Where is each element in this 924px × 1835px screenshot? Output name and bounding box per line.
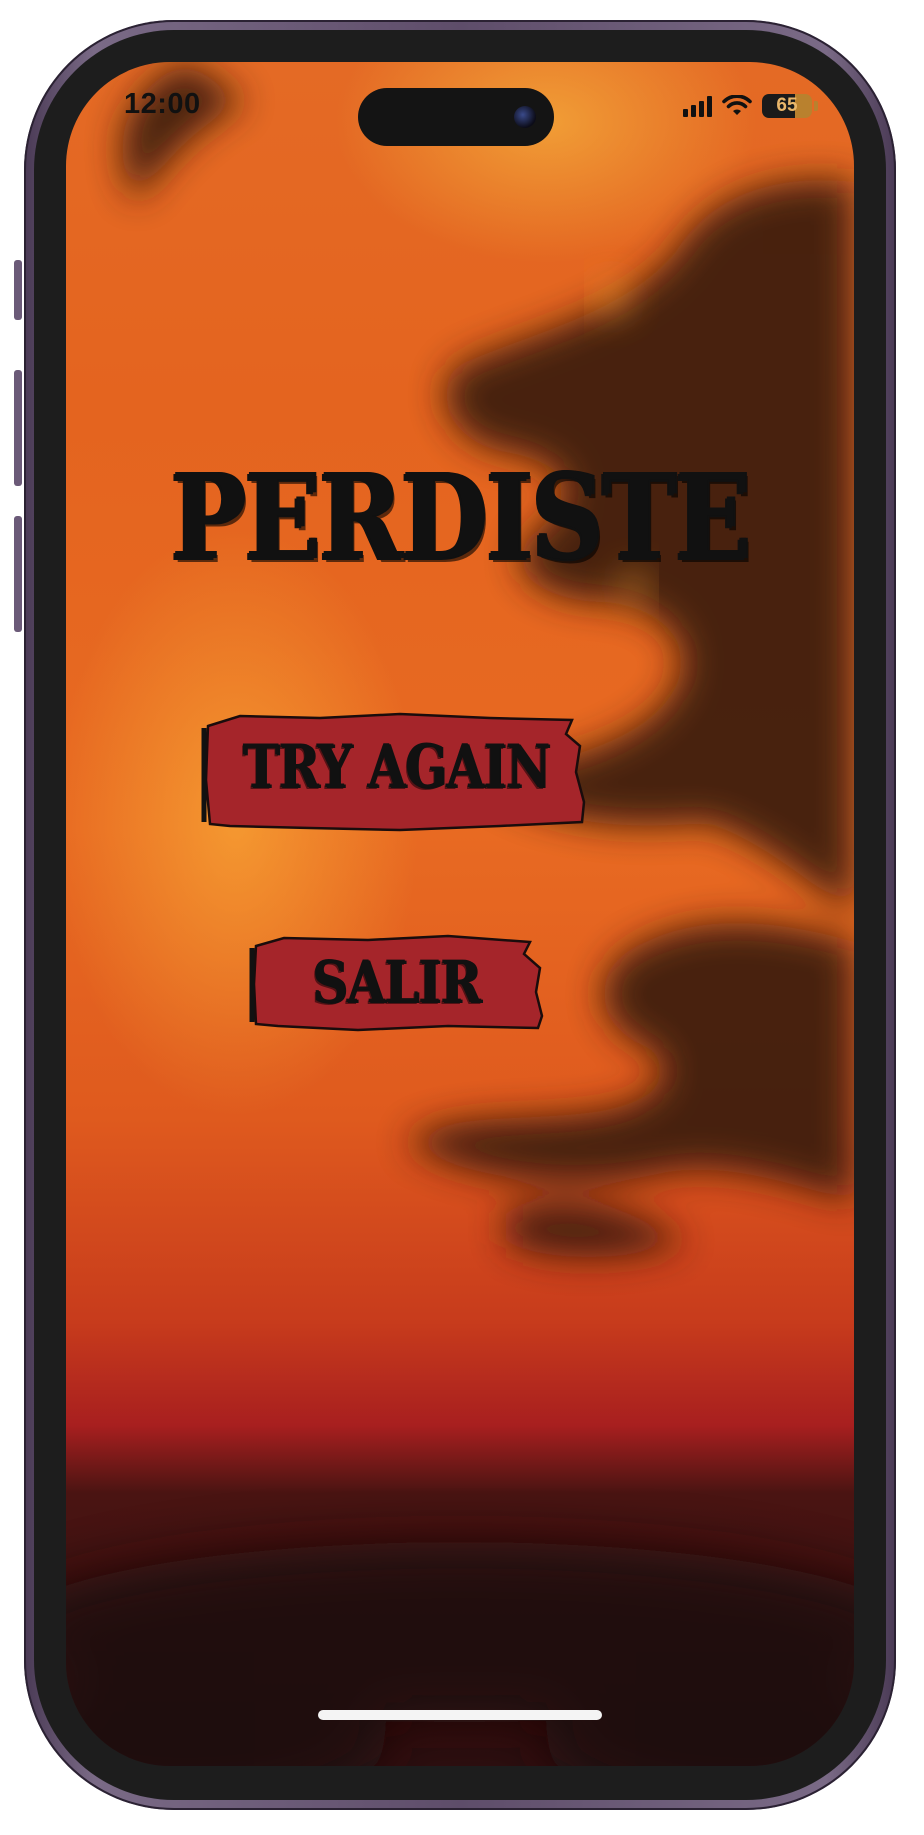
game-over-title: PERDISTE	[170, 447, 751, 586]
battery-level: 65	[776, 95, 798, 116]
background-creature	[66, 62, 854, 1766]
battery-cap	[814, 101, 818, 111]
status-icons: 65	[683, 94, 818, 118]
try-again-button[interactable]: TRY AGAIN	[200, 710, 592, 832]
volume-up-button	[14, 370, 22, 486]
front-camera-icon	[514, 106, 536, 128]
volume-down-button	[14, 516, 22, 632]
status-time: 12:00	[124, 88, 201, 120]
try-again-label: TRY AGAIN	[242, 732, 550, 802]
home-indicator[interactable]	[318, 1710, 602, 1720]
game-screen: 12:00 65 PERDISTE TRY AGAIN SALIR	[66, 62, 854, 1766]
dynamic-island	[358, 88, 554, 146]
wifi-icon	[722, 95, 752, 115]
salir-button[interactable]: SALIR	[248, 934, 544, 1032]
salir-label: SALIR	[311, 948, 481, 1016]
battery-icon: 65	[762, 94, 812, 118]
action-button	[14, 260, 22, 320]
cellular-signal-icon	[683, 95, 712, 117]
